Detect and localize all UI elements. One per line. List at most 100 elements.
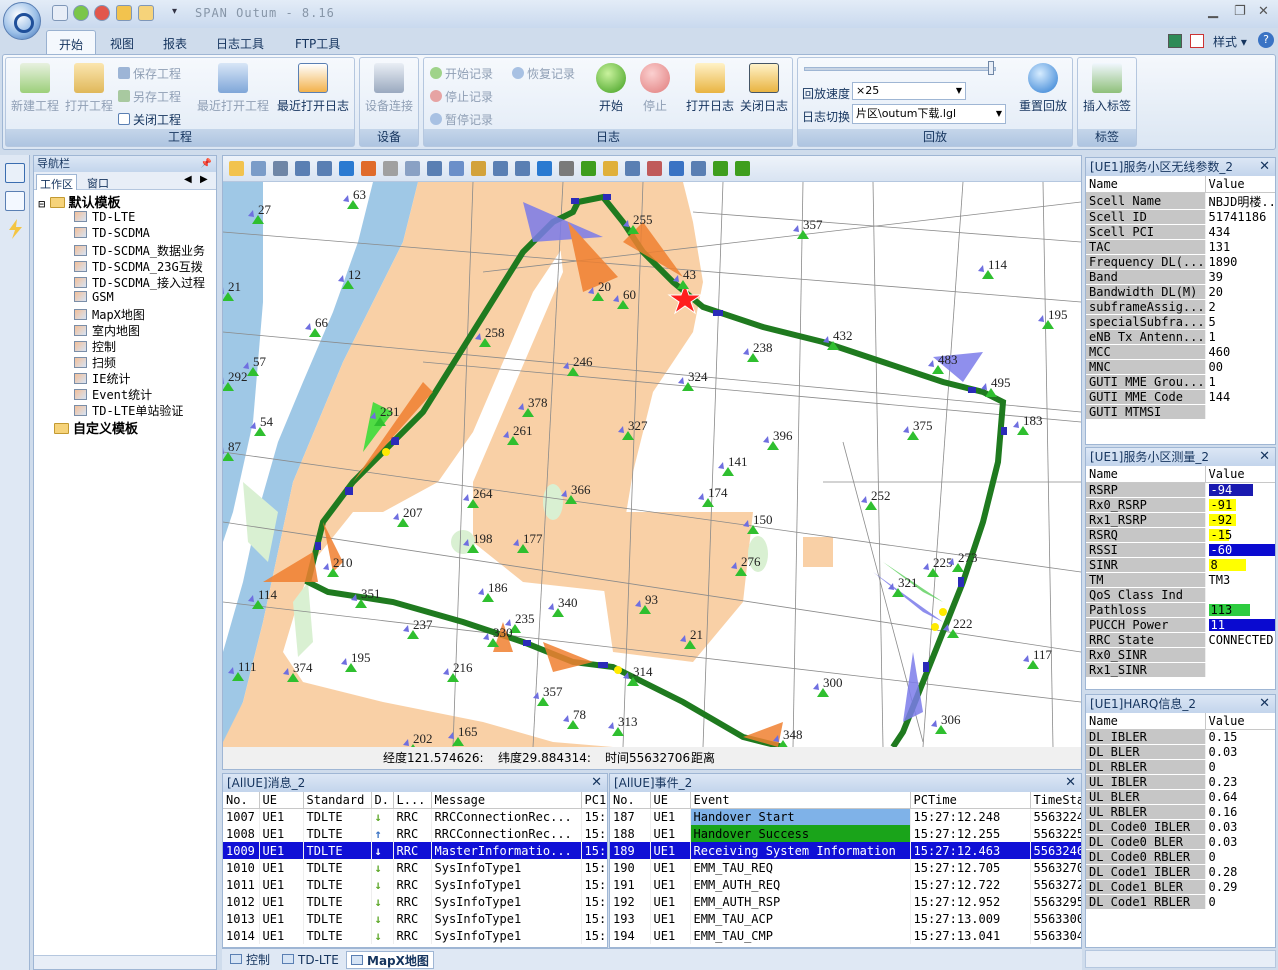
msg-col-header[interactable]: Standard (303, 792, 372, 809)
site-marker[interactable]: 195 (1038, 307, 1068, 329)
site-marker[interactable]: 351 (351, 586, 381, 608)
site-marker[interactable]: 216 (443, 660, 473, 682)
zoom-in-icon[interactable] (317, 161, 332, 176)
export-icon[interactable] (449, 161, 464, 176)
open-folder-icon[interactable] (116, 5, 132, 21)
save-as-project-button[interactable]: 另存工程 (118, 88, 181, 105)
log-switch-select[interactable]: 片区\outum下载.lgl ▼ (852, 104, 1006, 124)
tree-item[interactable]: 扫频 (74, 354, 116, 371)
cell-icon[interactable] (713, 161, 728, 176)
tab-log-tools[interactable]: 日志工具 (204, 30, 276, 54)
msg-col-header[interactable]: No. (223, 792, 260, 809)
customize-quick-access-icon[interactable]: ▾ (172, 6, 177, 17)
event-col-header[interactable]: UE (650, 792, 691, 809)
save-project-button[interactable]: 保存工程 (118, 65, 181, 82)
site-marker[interactable]: 117 (1023, 647, 1053, 669)
layers-icon[interactable] (603, 161, 618, 176)
device-connect-button[interactable]: 设备连接 (362, 63, 416, 114)
table-row[interactable]: 1012 UE1 TDLTE ↓ RRC SysInfoType1 15: (223, 893, 607, 910)
recent-project-button[interactable]: 最近打开工程 (196, 63, 270, 114)
tree-item[interactable]: 控制 (74, 338, 116, 355)
site-marker[interactable]: 195 (341, 650, 371, 672)
site-marker[interactable]: 174 (698, 485, 728, 507)
pin-icon[interactable]: 📌 (201, 156, 212, 172)
site-marker[interactable]: 114 (978, 257, 1008, 279)
help-icon[interactable]: ? (1258, 32, 1274, 48)
nav-scrollbar[interactable] (34, 955, 216, 969)
table-row[interactable]: 1011 UE1 TDLTE ↓ RRC SysInfoType1 15: (223, 876, 607, 893)
table-row[interactable]: 188 UE1 Handover Success 15:27:12.255 556322… (610, 825, 1081, 842)
restore-icon[interactable]: ❐ (1234, 4, 1246, 19)
table-row[interactable]: 1013 UE1 TDLTE ↓ RRC SysInfoType1 15: (223, 910, 607, 927)
map-canvas[interactable]: 63 27 255 357 43 12 20 60 114 21 66 195 258 432 57 238 2… (223, 182, 1081, 747)
tree-item[interactable]: TD-SCDMA_接入过程 (74, 274, 205, 291)
table-row[interactable]: 187 UE1 Handover Start 15:27:12.248 5563224 (610, 808, 1081, 825)
table-row[interactable]: 1008 UE1 TDLTE ↑ RRC RRCConnectionRec... 15: (223, 825, 607, 842)
new-project-button[interactable]: 新建工程 (8, 63, 62, 114)
route-icon[interactable] (581, 161, 596, 176)
site-marker[interactable]: 238 (743, 340, 773, 362)
close-log-button[interactable]: 关闭日志 (736, 63, 792, 114)
stop-button[interactable]: 停止 (630, 63, 680, 114)
center-icon[interactable] (339, 161, 354, 176)
table-row[interactable]: 193 UE1 EMM_TAU_ACP 15:27:13.009 5563300 (610, 910, 1081, 927)
pause-record-button[interactable]: 暂停记录 (430, 111, 493, 128)
event-col-header[interactable]: No. (610, 792, 651, 809)
site-marker[interactable]: 340 (548, 595, 578, 617)
save-map-icon[interactable] (273, 161, 288, 176)
help-doc-icon[interactable] (1190, 34, 1204, 48)
site-marker[interactable]: 300 (813, 675, 843, 697)
site-marker[interactable]: 357 (533, 684, 563, 706)
select-rect-icon[interactable] (427, 161, 442, 176)
site-marker[interactable]: 375 (903, 418, 933, 440)
event-col-header[interactable]: TimeSta (1030, 792, 1081, 809)
copy-icon[interactable] (471, 161, 486, 176)
tree-item[interactable]: TD-SCDMA_数据业务 (74, 242, 205, 259)
site-marker[interactable]: 207 (393, 505, 423, 527)
screen-icon[interactable] (52, 5, 68, 21)
table-row[interactable]: 189 UE1 Receiving System Information 15:27:… (610, 842, 1081, 859)
table-row[interactable]: 190 UE1 EMM_TAU_REQ 15:27:12.705 5563270 (610, 859, 1081, 876)
tab-ftp-tools[interactable]: FTP工具 (283, 30, 352, 54)
map-svg[interactable]: 63 27 255 357 43 12 20 60 114 21 66 195 258 432 57 238 2… (223, 182, 1081, 747)
measure-icon[interactable] (537, 161, 552, 176)
insert-tag-button[interactable]: 插入标签 (1080, 63, 1134, 114)
speed-select[interactable]: ×25 ▼ (852, 82, 966, 100)
site-marker[interactable]: 306 (931, 712, 961, 734)
close-icon[interactable]: ✕ (1259, 695, 1270, 713)
msg-col-header[interactable]: UE (259, 792, 304, 809)
ruler-icon[interactable] (559, 161, 574, 176)
check-icon[interactable] (73, 5, 89, 21)
style-menu[interactable]: 样式 ▾ (1213, 33, 1247, 50)
right-scrollbar[interactable] (1085, 950, 1276, 968)
msg-col-header[interactable]: Message (431, 792, 582, 809)
tab-workspace[interactable]: 工作区 (36, 174, 77, 191)
site-marker[interactable]: 63 (343, 187, 366, 209)
table-row[interactable]: 191 UE1 EMM_AUTH_REQ 15:27:12.722 5563272 (610, 876, 1081, 893)
tree-item[interactable]: MapX地图 (74, 306, 145, 323)
tree-item[interactable]: IE统计 (74, 370, 130, 387)
close-icon[interactable]: ✕ (1259, 158, 1270, 176)
site-marker[interactable]: 54 (250, 414, 274, 436)
collapse-icon[interactable]: ⊟ (38, 200, 46, 210)
tab-start[interactable]: 开始 (46, 30, 97, 54)
tree-item[interactable]: TD-LTE (74, 210, 135, 224)
pan-icon[interactable] (383, 161, 398, 176)
tab-view[interactable]: 视图 (98, 30, 146, 54)
tree-item[interactable]: 室内地图 (74, 322, 140, 339)
table-row[interactable]: 192 UE1 EMM_AUTH_RSP 15:27:12.952 5563295 (610, 893, 1081, 910)
playback-slider[interactable] (804, 67, 996, 71)
layout-icon[interactable] (1168, 34, 1182, 48)
table-row[interactable]: 1007 UE1 TDLTE ↓ RRC RRCConnectionRec... 15: (223, 808, 607, 825)
pen-icon[interactable] (647, 161, 662, 176)
close-icon[interactable]: ✕ (1258, 4, 1269, 19)
label-icon[interactable] (361, 161, 376, 176)
folder-icon[interactable] (138, 5, 154, 21)
zoom-out-icon[interactable] (295, 161, 310, 176)
recent-log-button[interactable]: 最近打开日志 (274, 63, 352, 114)
site-marker[interactable]: 78 (563, 707, 586, 729)
site-marker[interactable]: 252 (861, 488, 891, 510)
replay-button[interactable]: 重置回放 (1014, 63, 1072, 114)
close-icon[interactable]: ✕ (591, 774, 602, 792)
site-marker[interactable]: 313 (608, 714, 638, 736)
